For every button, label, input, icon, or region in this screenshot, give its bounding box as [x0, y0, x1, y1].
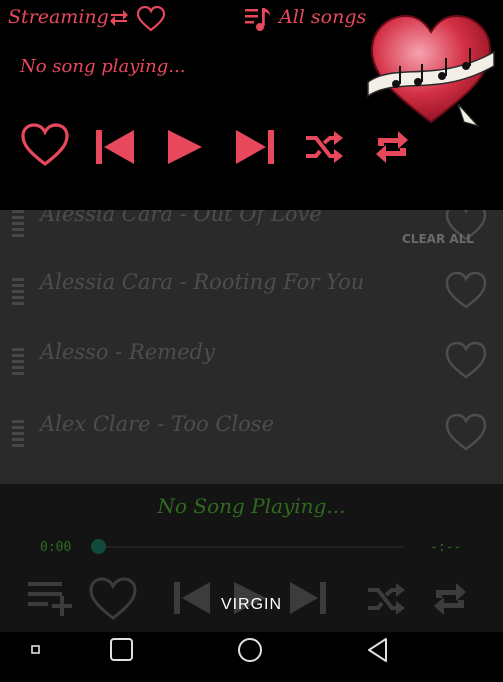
- song-title: Alessia Cara - Out Of Love: [40, 210, 322, 226]
- song-list-item[interactable]: Alessia Cara - Rooting For You: [0, 256, 503, 326]
- play-icon[interactable]: [166, 128, 204, 166]
- drag-handle[interactable]: [12, 278, 24, 306]
- back-icon[interactable]: [364, 636, 392, 664]
- seek-bar[interactable]: [98, 546, 404, 548]
- previous-track-icon[interactable]: [94, 128, 136, 166]
- system-navigation-bar: [0, 632, 503, 682]
- mini-player: No Song Playing... 0:00 -:-- VIRGIN: [0, 484, 503, 632]
- all-songs-label[interactable]: All songs: [279, 6, 366, 28]
- playlist-music-icon[interactable]: [244, 6, 272, 32]
- player-status-text: No Song Playing...: [157, 494, 346, 518]
- next-track-icon[interactable]: [234, 128, 276, 166]
- menu-dot-icon[interactable]: [30, 644, 42, 656]
- repeat-icon[interactable]: [374, 128, 410, 166]
- home-icon[interactable]: [236, 636, 264, 664]
- shuffle-icon[interactable]: [304, 130, 344, 164]
- song-favorite-icon[interactable]: [444, 270, 488, 310]
- drag-handle[interactable]: [12, 420, 24, 448]
- song-list: Alessia Cara - Out Of Love CLEAR ALL Ale…: [0, 210, 503, 484]
- song-title: Alesso - Remedy: [40, 340, 215, 364]
- drag-handle[interactable]: [12, 348, 24, 376]
- streaming-favorite-icon[interactable]: [137, 6, 165, 32]
- streaming-repeat-icon[interactable]: [108, 8, 130, 28]
- favorite-heart-icon[interactable]: [20, 122, 70, 168]
- seek-thumb[interactable]: [91, 539, 106, 554]
- player-header: Streaming All songs No song playing...: [0, 0, 503, 210]
- heart-music-logo: [367, 14, 495, 128]
- song-title: Alessia Cara - Rooting For You: [40, 270, 365, 294]
- streaming-label[interactable]: Streaming: [8, 6, 109, 28]
- now-playing-text: No song playing...: [20, 56, 186, 77]
- drag-handle[interactable]: [12, 210, 24, 238]
- overlay-label: VIRGIN: [220, 596, 283, 613]
- recent-apps-icon[interactable]: [108, 636, 136, 664]
- song-favorite-icon[interactable]: [444, 340, 488, 380]
- total-time: -:--: [430, 540, 462, 555]
- song-list-item[interactable]: Alex Clare - Too Close: [0, 398, 503, 468]
- clear-all-button[interactable]: CLEAR ALL: [402, 232, 474, 246]
- elapsed-time: 0:00: [40, 540, 72, 555]
- song-favorite-icon[interactable]: [444, 412, 488, 452]
- song-title: Alex Clare - Too Close: [40, 412, 275, 436]
- song-list-item[interactable]: Alesso - Remedy: [0, 326, 503, 396]
